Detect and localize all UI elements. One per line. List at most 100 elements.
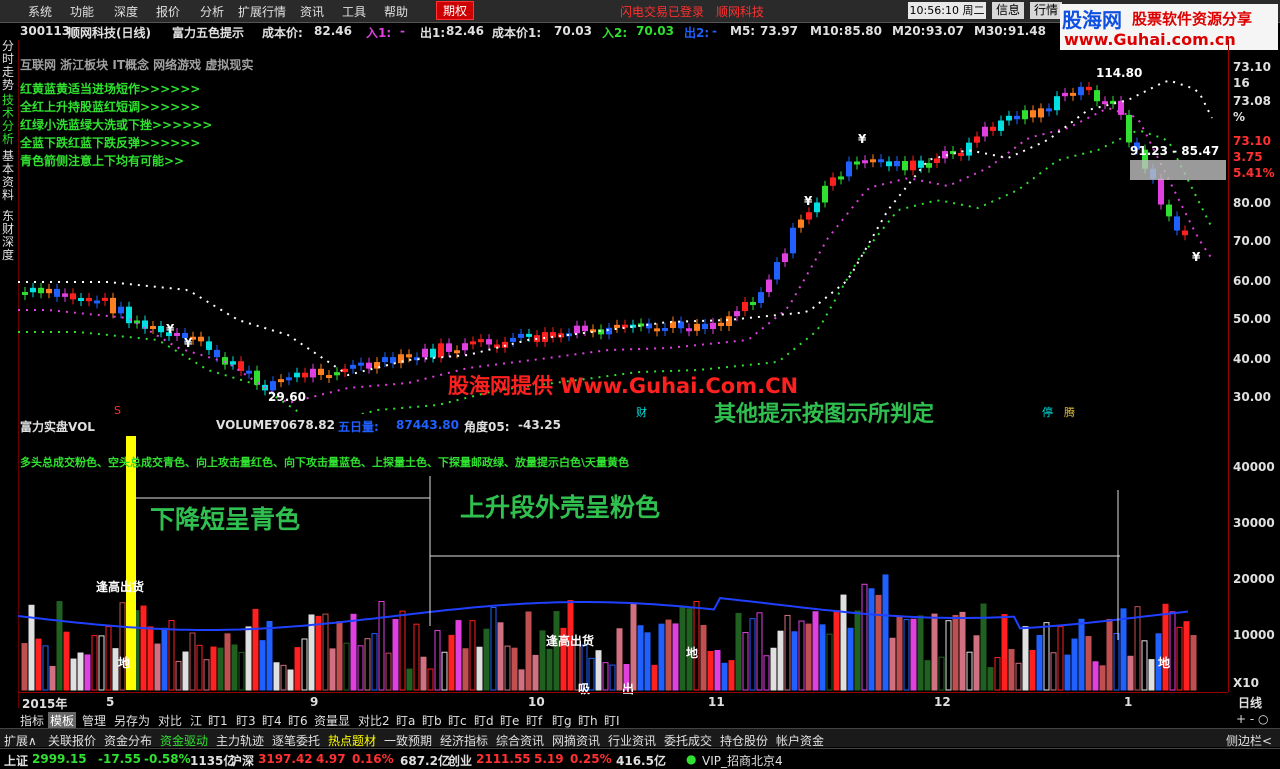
tab-compare[interactable]: 对比 bbox=[158, 712, 182, 729]
tab-save-as[interactable]: 另存为 bbox=[114, 712, 150, 729]
volume-bar bbox=[231, 644, 238, 691]
volume-bar bbox=[1127, 655, 1134, 691]
func-consensus[interactable]: 一致预期 bbox=[384, 732, 432, 749]
tab-ding-6[interactable]: 盯6 bbox=[288, 712, 308, 729]
tab-ding-i[interactable]: 盯I bbox=[604, 712, 620, 729]
tab-ding-g[interactable]: 盯g bbox=[552, 712, 572, 729]
func-general-news[interactable]: 综合资讯 bbox=[496, 732, 544, 749]
func-fund-driver[interactable]: 资金驱动 bbox=[160, 732, 208, 749]
cy-value: 2111.55 bbox=[476, 752, 531, 766]
func-account[interactable]: 帐户资金 bbox=[776, 732, 824, 749]
menu-ext-market[interactable]: 扩展行情 bbox=[238, 3, 286, 20]
func-orders[interactable]: 委托成交 bbox=[664, 732, 712, 749]
cost1-value: 70.03 bbox=[554, 24, 592, 38]
volume-bar bbox=[308, 614, 315, 691]
candle-body bbox=[1086, 86, 1092, 91]
volume-bar bbox=[861, 583, 868, 691]
candle-body bbox=[958, 152, 964, 156]
price-tick: 73.10 bbox=[1233, 60, 1271, 74]
candle-body bbox=[1078, 86, 1084, 96]
func-holdings[interactable]: 持仓股份 bbox=[720, 732, 768, 749]
tab-ding-d[interactable]: 盯d bbox=[474, 712, 494, 729]
zoom-controls[interactable]: + - ○ bbox=[1236, 712, 1268, 726]
volume-bar bbox=[938, 656, 945, 691]
flash-trade-notice: 闪电交易已登录 bbox=[620, 5, 705, 19]
price-chart-area[interactable]: 互联网 浙江板块 IT概念 网络游戏 虚拟现实 红黄蓝黄适当进场短作>>>>>>… bbox=[18, 40, 1228, 427]
volume-bar bbox=[518, 669, 525, 691]
func-main-track[interactable]: 主力轨迹 bbox=[216, 732, 264, 749]
candle-body bbox=[438, 343, 444, 358]
volume-bar bbox=[77, 652, 84, 691]
candle-body bbox=[30, 287, 36, 293]
volume-bar bbox=[924, 660, 931, 691]
candle-body bbox=[206, 341, 212, 350]
volume-bar bbox=[1092, 661, 1099, 691]
func-hot-topic[interactable]: 热点题材 bbox=[328, 732, 376, 749]
tab-ding-h[interactable]: 盯h bbox=[578, 712, 598, 729]
m5-label: M5: bbox=[730, 24, 756, 38]
tab-ding-c[interactable]: 盯c bbox=[448, 712, 467, 729]
func-fund-distribution[interactable]: 资金分布 bbox=[104, 732, 152, 749]
volume-tick: X10 bbox=[1233, 676, 1259, 690]
volume-bar bbox=[735, 612, 742, 691]
menu-options[interactable]: 期权 bbox=[436, 1, 475, 20]
func-tick-order[interactable]: 逐笔委托 bbox=[272, 732, 320, 749]
tab-manage[interactable]: 管理 bbox=[82, 712, 106, 729]
sidebar-tab-eastmoney[interactable]: 东财深度 bbox=[2, 210, 16, 262]
menu-tools[interactable]: 工具 bbox=[342, 3, 366, 20]
volume-bar bbox=[595, 650, 602, 691]
tab-ding-a[interactable]: 盯a bbox=[396, 712, 415, 729]
tab-indicator[interactable]: 指标 bbox=[20, 712, 44, 729]
sidebar-tab-technical[interactable]: 技术分析 bbox=[2, 94, 16, 146]
menu-analysis[interactable]: 分析 bbox=[200, 3, 224, 20]
sidebar-toggle[interactable]: 侧边栏< bbox=[1226, 732, 1272, 749]
volume-bar bbox=[665, 619, 672, 691]
tab-ding-b[interactable]: 盯b bbox=[422, 712, 442, 729]
volume-chart-area[interactable]: 富力实盘VOL VOLUME: 70678.82 五日量: 87443.80 角… bbox=[18, 416, 1228, 696]
func-web-news[interactable]: 网摘资讯 bbox=[552, 732, 600, 749]
period-label[interactable]: 日线 bbox=[1238, 694, 1262, 711]
volume-bar bbox=[721, 662, 728, 691]
tab-ding-f[interactable]: 盯f bbox=[526, 712, 542, 729]
tab-volume-show[interactable]: 资量显 bbox=[314, 712, 350, 729]
volume-bar bbox=[1078, 618, 1085, 691]
menu-help[interactable]: 帮助 bbox=[384, 3, 408, 20]
volume-bar bbox=[504, 645, 511, 691]
info-button[interactable]: 信息 bbox=[992, 2, 1025, 19]
func-industry-news[interactable]: 行业资讯 bbox=[608, 732, 656, 749]
menu-system[interactable]: 系统 bbox=[28, 3, 52, 20]
func-expand[interactable]: 扩展∧ bbox=[4, 732, 37, 749]
volume-bar bbox=[371, 633, 378, 691]
quote-button[interactable]: 行情 bbox=[1030, 2, 1063, 19]
candle-body bbox=[822, 185, 828, 203]
candle-body bbox=[150, 325, 156, 329]
candle-body bbox=[270, 381, 276, 391]
menu-quote[interactable]: 报价 bbox=[156, 3, 180, 20]
tab-ding-3[interactable]: 盯3 bbox=[236, 712, 256, 729]
volume-bar bbox=[602, 662, 609, 691]
sidebar-tab-fundamental[interactable]: 基本资料 bbox=[2, 150, 16, 202]
volume-bar bbox=[651, 664, 658, 691]
tab-ding-1[interactable]: 盯1 bbox=[208, 712, 228, 729]
volume-bar bbox=[896, 615, 903, 691]
candle-body bbox=[902, 161, 908, 171]
volume-bar bbox=[1064, 654, 1071, 691]
volume-bar bbox=[637, 625, 644, 691]
volume-bar bbox=[770, 647, 777, 691]
tab-compare-2[interactable]: 对比2 bbox=[358, 712, 390, 729]
menu-depth[interactable]: 深度 bbox=[114, 3, 138, 20]
func-related-quote[interactable]: 关联报价 bbox=[48, 732, 96, 749]
price-tick: 30.00 bbox=[1233, 390, 1271, 404]
candle-body bbox=[1022, 110, 1028, 120]
func-economic[interactable]: 经济指标 bbox=[440, 732, 488, 749]
menu-news[interactable]: 资讯 bbox=[300, 3, 324, 20]
candle-body bbox=[334, 372, 340, 376]
candle-body bbox=[998, 120, 1004, 131]
tab-ding-4[interactable]: 盯4 bbox=[262, 712, 282, 729]
tab-jiang[interactable]: 江 bbox=[190, 712, 202, 729]
sidebar-tab-intraday[interactable]: 分时走势 bbox=[2, 40, 16, 92]
m20-value: 93.07 bbox=[926, 24, 964, 38]
menu-function[interactable]: 功能 bbox=[70, 3, 94, 20]
tab-template[interactable]: 模板 bbox=[48, 712, 77, 729]
tab-ding-e[interactable]: 盯e bbox=[500, 712, 519, 729]
